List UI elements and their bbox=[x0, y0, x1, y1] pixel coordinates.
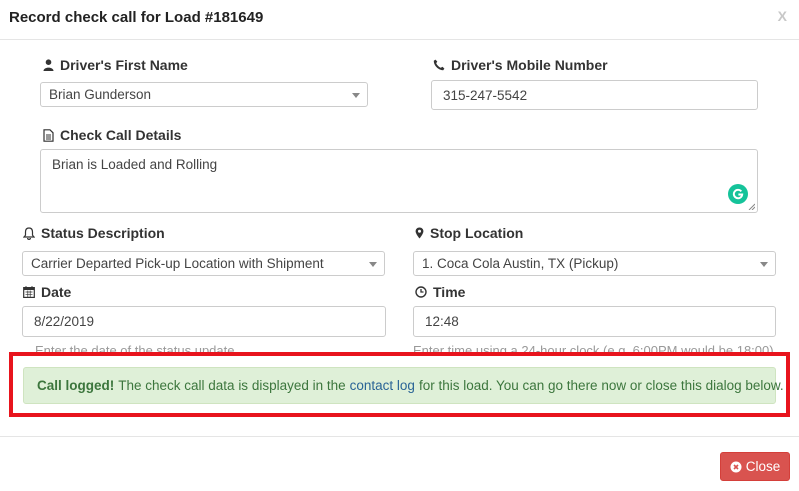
date-input[interactable]: 8/22/2019 bbox=[22, 306, 386, 337]
stop-location-label-text: Stop Location bbox=[430, 225, 524, 241]
chevron-down-icon bbox=[352, 92, 360, 98]
check-call-details-label-text: Check Call Details bbox=[60, 127, 182, 143]
close-button-label: Close bbox=[745, 459, 781, 474]
stop-location-value: 1. Coca Cola Austin, TX (Pickup) bbox=[422, 256, 619, 271]
driver-first-name-select[interactable]: Brian Gunderson bbox=[40, 82, 368, 107]
times-circle-icon bbox=[730, 461, 742, 472]
time-input[interactable]: 12:48 bbox=[413, 306, 776, 337]
driver-first-name-label-text: Driver's First Name bbox=[60, 57, 188, 73]
time-label-text: Time bbox=[433, 284, 466, 300]
driver-mobile-label-text: Driver's Mobile Number bbox=[451, 57, 608, 73]
dialog-close-x-button[interactable]: X bbox=[778, 8, 787, 24]
stop-location-select[interactable]: 1. Coca Cola Austin, TX (Pickup) bbox=[413, 251, 776, 276]
dialog-footer-divider bbox=[0, 436, 799, 437]
driver-mobile-label: Driver's Mobile Number bbox=[433, 57, 608, 73]
status-description-label: Status Description bbox=[23, 225, 165, 241]
calendar-icon bbox=[23, 286, 35, 298]
file-text-icon bbox=[43, 128, 54, 142]
status-description-label-text: Status Description bbox=[41, 225, 165, 241]
driver-mobile-value: 315-247-5542 bbox=[443, 87, 528, 103]
grammarly-icon[interactable] bbox=[728, 184, 748, 204]
date-label-text: Date bbox=[41, 284, 72, 300]
phone-icon bbox=[433, 59, 445, 71]
driver-first-name-label: Driver's First Name bbox=[43, 57, 188, 73]
bell-icon bbox=[23, 226, 35, 240]
clock-icon bbox=[415, 286, 427, 298]
check-call-details-textarea[interactable]: Brian is Loaded and Rolling bbox=[40, 149, 758, 213]
time-value: 12:48 bbox=[425, 314, 459, 329]
map-marker-icon bbox=[415, 227, 424, 239]
user-icon bbox=[43, 59, 54, 71]
dialog-title: Record check call for Load #181649 bbox=[9, 9, 264, 26]
check-call-details-value: Brian is Loaded and Rolling bbox=[52, 157, 218, 172]
status-description-select[interactable]: Carrier Departed Pick-up Location with S… bbox=[22, 251, 385, 276]
alert-text-before: The check call data is displayed in the bbox=[118, 378, 346, 393]
stop-location-label: Stop Location bbox=[415, 225, 523, 241]
dialog-header: Record check call for Load #181649 X bbox=[0, 0, 799, 40]
alert-text-after: for this load. You can go there now or c… bbox=[418, 378, 784, 393]
driver-first-name-value: Brian Gunderson bbox=[49, 87, 152, 102]
chevron-down-icon bbox=[369, 261, 377, 267]
time-label: Time bbox=[415, 284, 465, 300]
check-call-details-label: Check Call Details bbox=[43, 127, 181, 143]
chevron-down-icon bbox=[760, 261, 768, 267]
status-description-value: Carrier Departed Pick-up Location with S… bbox=[31, 256, 324, 271]
alert-strong-text: Call logged! bbox=[37, 378, 115, 393]
date-help-text: Enter the date of the status update bbox=[35, 343, 235, 352]
resize-handle-icon[interactable] bbox=[748, 203, 755, 210]
contact-log-link[interactable]: contact log bbox=[350, 378, 415, 393]
time-help-text: Enter time using a 24-hour clock (e.g. 6… bbox=[413, 343, 774, 352]
date-label: Date bbox=[23, 284, 71, 300]
success-alert: Call logged! The check call data is disp… bbox=[23, 367, 784, 404]
driver-mobile-input[interactable]: 315-247-5542 bbox=[431, 80, 758, 110]
close-button[interactable]: Close bbox=[720, 452, 790, 481]
date-value: 8/22/2019 bbox=[34, 314, 95, 329]
